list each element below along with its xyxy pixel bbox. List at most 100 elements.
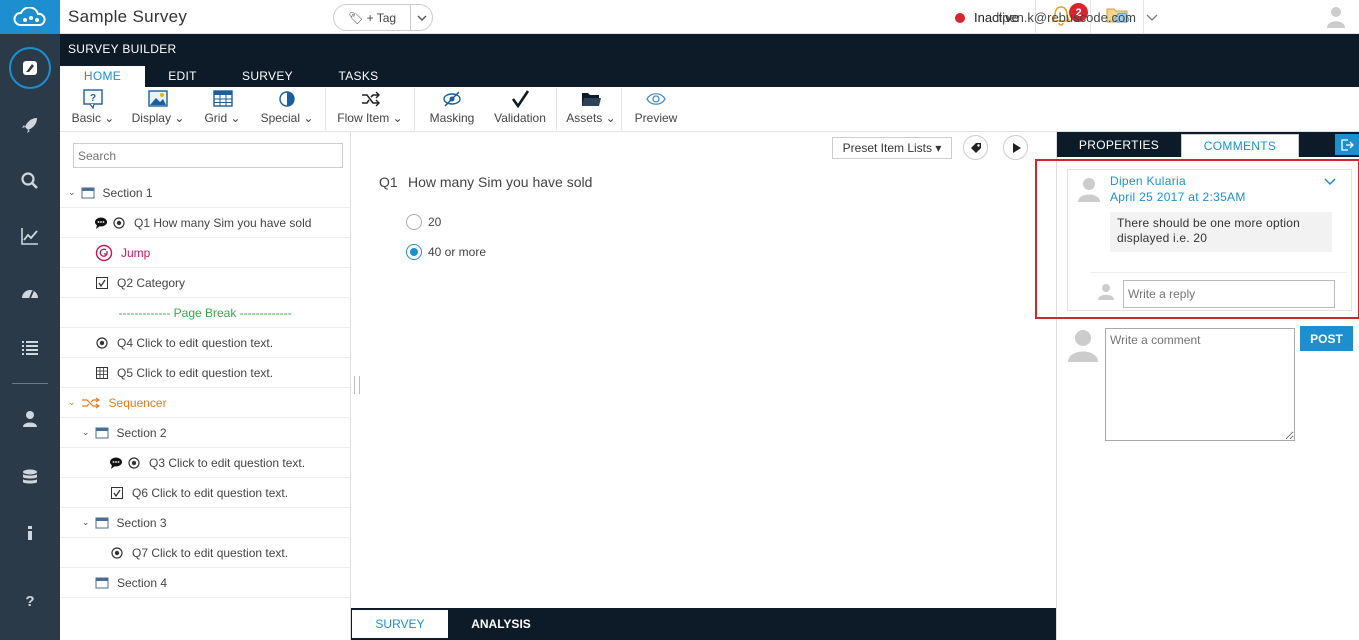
chevron-down-icon[interactable]: ⌄ [82, 517, 90, 528]
tree-section-3[interactable]: ⌄ Section 3 [60, 508, 350, 538]
tree-q3[interactable]: Q3 Click to edit question text. [60, 448, 350, 478]
user-menu[interactable]: dipen.k@rebuscode.com [992, 10, 1158, 25]
grid-label: Grid [204, 111, 228, 125]
preview-tool[interactable]: Preview [630, 89, 682, 125]
tree-q7[interactable]: Q7 Click to edit question text. [60, 538, 350, 568]
nav-survey-builder[interactable] [9, 47, 51, 89]
tag-label: 🏷 + Tag [334, 11, 410, 25]
nav-list[interactable] [0, 330, 60, 366]
tree-jump[interactable]: Jump [60, 238, 350, 268]
ribbon-title: SURVEY BUILDER [68, 42, 177, 56]
answer-option[interactable]: 20 [406, 214, 441, 230]
chevron-down-icon[interactable]: ⌄ [68, 187, 76, 198]
tab-home[interactable]: HOME [60, 66, 145, 87]
sequencer-icon [81, 397, 100, 408]
preview-label: Preview [634, 111, 678, 125]
comment-icon [95, 217, 107, 229]
tab-survey[interactable]: SURVEY [235, 66, 300, 87]
tree-search-input[interactable] [73, 143, 343, 168]
grid-icon [212, 90, 233, 107]
post-button[interactable]: POST [1300, 326, 1353, 351]
tree-sequencer[interactable]: ⌄ Sequencer [60, 388, 350, 418]
radio-button-checked[interactable] [406, 244, 422, 260]
display-tool[interactable]: Display ⌄ [129, 89, 187, 125]
tree-section-2[interactable]: ⌄ Section 2 [60, 418, 350, 448]
reply-input[interactable] [1123, 280, 1335, 308]
comment-author[interactable]: Dipen Kularia [1110, 174, 1186, 188]
validation-tool[interactable]: Validation [488, 89, 552, 125]
tab-comments[interactable]: COMMENTS [1181, 134, 1299, 157]
basic-tool[interactable]: ? Basic ⌄ [69, 89, 117, 125]
display-label: Display [131, 111, 171, 125]
tree-q5[interactable]: Q5 Click to edit question text. [60, 358, 350, 388]
option-label: 20 [428, 215, 442, 229]
ribbon-toolbar: ? Basic ⌄ Display ⌄ Grid ⌄ Special ⌄ Flo… [60, 87, 1359, 132]
assets-label: Assets [566, 111, 603, 125]
radio-button[interactable] [406, 214, 422, 230]
tab-edit[interactable]: EDIT [155, 66, 210, 87]
checkmark-icon [511, 90, 530, 109]
comment-icon [110, 457, 122, 469]
nav-analytics[interactable] [0, 218, 60, 254]
grid-tool[interactable]: Grid ⌄ [200, 89, 245, 125]
nav-database[interactable] [0, 460, 60, 496]
reply-avatar [1098, 284, 1114, 300]
tab-analysis[interactable]: ANALYSIS [461, 610, 541, 638]
eye-slash-icon [443, 91, 461, 107]
tree-item-label: Jump [121, 245, 151, 260]
assets-tool[interactable]: Assets ⌄ [565, 89, 617, 125]
section-icon [95, 577, 109, 588]
nav-dashboard[interactable] [0, 275, 60, 311]
rocket-icon [22, 118, 37, 133]
tab-tasks[interactable]: TASKS [330, 66, 387, 87]
chevron-down-icon[interactable]: ⌄ [68, 397, 76, 408]
comment-input[interactable] [1105, 328, 1295, 441]
nav-info[interactable] [0, 515, 60, 551]
nav-help[interactable]: ? [0, 582, 60, 618]
tree-q1[interactable]: Q1 How many Sim you have sold [60, 208, 350, 238]
radio-icon [128, 456, 140, 469]
chevron-down-icon[interactable]: ⌄ [82, 427, 90, 438]
tag-round-button[interactable] [963, 135, 988, 160]
survey-title[interactable]: Sample Survey [68, 7, 187, 27]
folder-open-icon [582, 93, 601, 106]
chevron-down-icon[interactable] [1324, 178, 1336, 186]
tree-section-4[interactable]: Section 4 [60, 568, 350, 598]
tree-q4[interactable]: Q4 Click to edit question text. [60, 328, 350, 358]
masking-tool[interactable]: Masking [426, 89, 478, 125]
answer-option-selected[interactable]: 40 or more [406, 244, 486, 260]
tree-page-break[interactable]: ------------- Page Break ------------- [60, 298, 350, 328]
user-avatar[interactable] [1324, 4, 1348, 28]
question-text[interactable]: How many Sim you have sold [408, 174, 592, 190]
chevron-down-icon: ⌄ [227, 111, 241, 125]
panel-splitter-handle[interactable] [354, 376, 360, 394]
panel-tabs: PROPERTIES COMMENTS [1057, 132, 1359, 157]
radio-icon [111, 546, 123, 559]
nav-users[interactable] [0, 401, 60, 437]
user-icon [23, 411, 37, 427]
top-bar: Sample Survey 🏷 + Tag Inactive 2 dipen.k… [60, 0, 1359, 34]
tab-survey-view[interactable]: SURVEY [352, 610, 448, 638]
play-button[interactable] [1003, 135, 1028, 160]
tab-properties[interactable]: PROPERTIES [1057, 134, 1181, 157]
tree-q2[interactable]: Q2 Category [60, 268, 350, 298]
section-icon [81, 187, 95, 198]
special-icon [279, 91, 295, 107]
nav-launch[interactable] [0, 107, 60, 143]
flow-item-tool[interactable]: Flow Item ⌄ [334, 89, 406, 125]
app-logo[interactable] [0, 0, 60, 34]
special-tool[interactable]: Special ⌄ [258, 89, 316, 125]
tree-section-1[interactable]: ⌄ Section 1 [60, 178, 350, 208]
chevron-down-icon[interactable] [410, 5, 432, 30]
option-label: 40 or more [428, 245, 487, 259]
validation-label: Validation [494, 111, 546, 125]
preset-item-lists-button[interactable]: Preset Item Lists ▾ [832, 137, 952, 159]
question-number: Q1 [379, 174, 398, 190]
tree-item-label: Q6 Click to edit question text. [132, 485, 289, 500]
nav-search[interactable] [0, 163, 60, 199]
tree-q6[interactable]: Q6 Click to edit question text. [60, 478, 350, 508]
collapse-panel-button[interactable] [1335, 134, 1359, 155]
comment-body: There should be one more option displaye… [1110, 212, 1332, 252]
section-icon [95, 517, 109, 528]
tag-button[interactable]: 🏷 + Tag [333, 4, 433, 31]
